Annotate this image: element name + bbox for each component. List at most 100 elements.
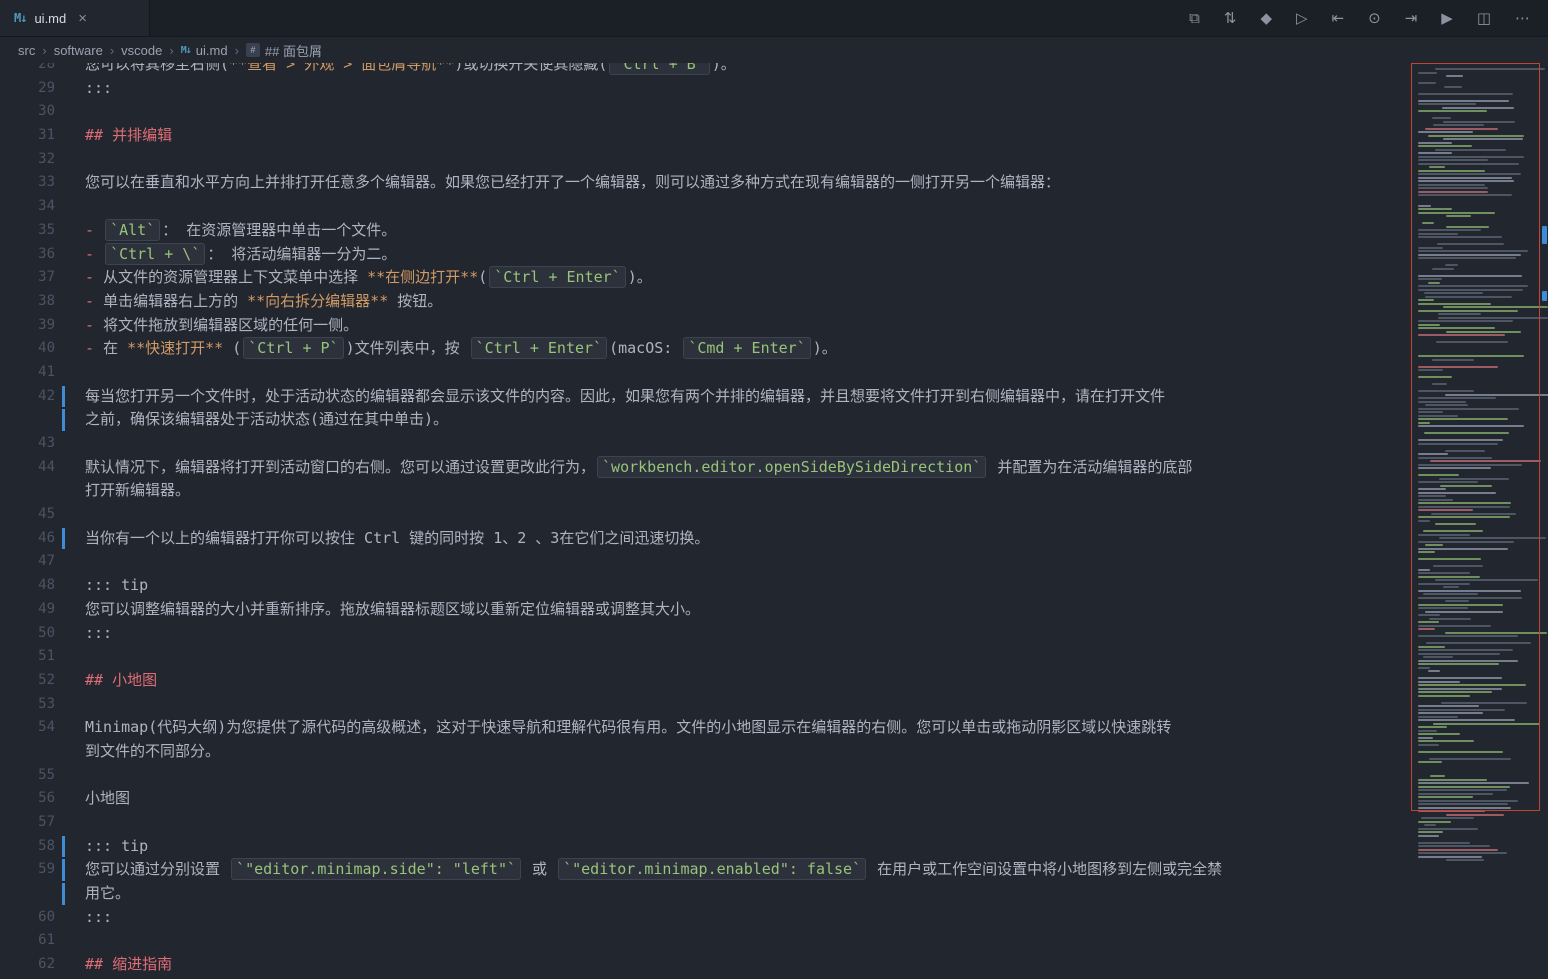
minimap-line-bar: [1443, 138, 1523, 140]
minimap-line-bar: [1428, 670, 1440, 672]
segment-bold: **查看 > 外观 > 面包屑导航**: [229, 63, 454, 73]
code-line: [55, 503, 85, 527]
editor-row[interactable]: 37- 从文件的资源管理器上下文菜单中选择 **在侧边打开**(`Ctrl + …: [0, 266, 1411, 290]
editor-row[interactable]: 32: [0, 148, 1411, 172]
more-actions-icon[interactable]: ⋯: [1515, 11, 1530, 26]
segment-code: `Alt`: [105, 219, 160, 241]
source-control-icon[interactable]: ⇅: [1224, 11, 1237, 26]
minimap-line-bar: [1418, 786, 1510, 788]
minimap-line-bar: [1418, 481, 1478, 483]
editor-row[interactable]: 用它。: [0, 882, 1411, 906]
editor-row[interactable]: 29:::: [0, 77, 1411, 101]
editor-row[interactable]: 51: [0, 645, 1411, 669]
gem-icon[interactable]: ◆: [1260, 11, 1272, 26]
code-line: Minimap(代码大纲)为您提供了源代码的高级概述，这对于快速导航和理解代码很…: [55, 716, 1171, 740]
minimap-line-bar: [1433, 723, 1540, 725]
line-number: 32: [0, 148, 55, 172]
segment-text: (: [223, 339, 241, 357]
open-preview-icon[interactable]: ⧉: [1189, 11, 1200, 26]
breadcrumb-item-4[interactable]: ### 面包屑: [246, 41, 322, 60]
code-line: 打开新编辑器。: [55, 479, 190, 503]
line-number: 39: [0, 314, 55, 338]
editor-row[interactable]: 50:::: [0, 622, 1411, 646]
editor-row[interactable]: 44默认情况下，编辑器将打开到活动窗口的右侧。您可以通过设置更改此行为，`wor…: [0, 456, 1411, 480]
editor-row[interactable]: 40- 在 **快速打开** (`Ctrl + P`)文件列表中，按 `Ctrl…: [0, 337, 1411, 361]
editor-row[interactable]: 56小地图: [0, 787, 1411, 811]
editor-row[interactable]: 59您可以通过分别设置 `"editor.minimap.side": "lef…: [0, 858, 1411, 882]
editor-row[interactable]: 45: [0, 503, 1411, 527]
code-line: [55, 693, 85, 717]
minimap-line-bar: [1418, 751, 1503, 753]
editor-row[interactable]: 41: [0, 361, 1411, 385]
editor-row[interactable]: 之前，确保该编辑器处于活动状态(通过在其中单击)。: [0, 408, 1411, 432]
minimap-line-bar: [1418, 303, 1491, 305]
segment-code: `Ctrl + Enter`: [489, 266, 625, 288]
minimap-line-bar: [1418, 285, 1528, 287]
minimap-line-bar: [1418, 712, 1483, 714]
minimap-line-bar: [1418, 663, 1499, 665]
line-number: 59: [0, 858, 55, 882]
run-circle-icon[interactable]: ▶: [1441, 11, 1453, 26]
segment-text: 在: [103, 339, 127, 357]
minimap-line-bar: [1418, 548, 1508, 550]
editor-row[interactable]: 46当你有一个以上的编辑器打开你可以按住 Ctrl 键的同时按 1、2 、3在它…: [0, 527, 1411, 551]
editor-row[interactable]: 53: [0, 693, 1411, 717]
minimap-line-bar: [1418, 170, 1485, 172]
editor-row[interactable]: 42每当您打开另一个文件时，处于活动状态的编辑器都会显示该文件的内容。因此，如果…: [0, 385, 1411, 409]
minimap-line-bar: [1418, 628, 1435, 630]
nav-forward-icon[interactable]: ⇥: [1405, 11, 1418, 26]
nav-back-icon[interactable]: ⇤: [1332, 11, 1345, 26]
editor-row[interactable]: 28您可以将其移至右侧(**查看 > 外观 > 面包屑导航**)或切换开关使其隐…: [0, 63, 1411, 77]
editor-row[interactable]: 43: [0, 432, 1411, 456]
overview-ruler[interactable]: [1541, 63, 1548, 979]
minimap-line-bar: [1446, 75, 1463, 77]
minimap[interactable]: [1411, 63, 1548, 979]
breadcrumb-item-2[interactable]: vscode: [121, 43, 162, 58]
editor-row[interactable]: 62## 缩进指南: [0, 953, 1411, 977]
editor-row[interactable]: 47: [0, 550, 1411, 574]
editor-row[interactable]: 到文件的不同部分。: [0, 740, 1411, 764]
editor-row[interactable]: 38- 单击编辑器右上方的 **向右拆分编辑器** 按钮。: [0, 290, 1411, 314]
editor-row[interactable]: 48::: tip: [0, 574, 1411, 598]
code-line: [55, 361, 85, 385]
minimap-line-bar: [1418, 191, 1488, 193]
editor-row[interactable]: 36- `Ctrl + \`： 将活动编辑器一分为二。: [0, 243, 1411, 267]
editor-row[interactable]: 49您可以调整编辑器的大小并重新排序。拖放编辑器标题区域以重新定位编辑器或调整其…: [0, 598, 1411, 622]
line-number: 50: [0, 622, 55, 646]
editor-row[interactable]: 31## 并排编辑: [0, 124, 1411, 148]
editor-row[interactable]: 58::: tip: [0, 835, 1411, 859]
editor-row[interactable]: 33您可以在垂直和水平方向上并排打开任意多个编辑器。如果您已经打开了一个编辑器，…: [0, 171, 1411, 195]
editor[interactable]: 28您可以将其移至右侧(**查看 > 外观 > 面包屑导航**)或切换开关使其隐…: [0, 63, 1548, 979]
editor-row[interactable]: 54Minimap(代码大纲)为您提供了源代码的高级概述，这对于快速导航和理解代…: [0, 716, 1411, 740]
minimap-line-bar: [1418, 695, 1470, 697]
tab-ui-md[interactable]: M↓ ui.md ×: [0, 0, 150, 36]
split-editor-icon[interactable]: ◫: [1477, 11, 1491, 26]
editor-row[interactable]: 30: [0, 100, 1411, 124]
breadcrumb-item-1[interactable]: software: [54, 43, 103, 58]
minimap-line-bar: [1425, 128, 1498, 130]
minimap-line-bar: [1446, 215, 1471, 217]
nav-center-icon[interactable]: ⊙: [1368, 11, 1381, 26]
editor-row[interactable]: 61: [0, 929, 1411, 953]
editor-row[interactable]: 34: [0, 195, 1411, 219]
minimap-line-bar: [1425, 404, 1468, 406]
editor-row[interactable]: 55: [0, 764, 1411, 788]
minimap-line-bar: [1418, 709, 1505, 711]
code-line: ## 小地图: [55, 669, 157, 693]
run-code-icon[interactable]: ▷: [1296, 11, 1308, 26]
tab-close-icon[interactable]: ×: [78, 10, 87, 27]
editor-row[interactable]: 39- 将文件拖放到编辑器区域的任何一侧。: [0, 314, 1411, 338]
segment-head: ## 并排编辑: [85, 126, 172, 144]
minimap-line-bar: [1418, 492, 1496, 494]
line-number: 45: [0, 503, 55, 527]
minimap-line-bar: [1418, 534, 1470, 536]
editor-row[interactable]: 60:::: [0, 906, 1411, 930]
breadcrumb-item-0[interactable]: src: [18, 43, 35, 58]
editor-row[interactable]: 57: [0, 811, 1411, 835]
breadcrumb-item-3[interactable]: M↓ui.md: [181, 43, 228, 58]
editor-row[interactable]: 打开新编辑器。: [0, 479, 1411, 503]
minimap-line-bar: [1418, 254, 1521, 256]
minimap-line-bar: [1418, 572, 1470, 574]
editor-row[interactable]: 52## 小地图: [0, 669, 1411, 693]
editor-row[interactable]: 35- `Alt`： 在资源管理器中单击一个文件。: [0, 219, 1411, 243]
